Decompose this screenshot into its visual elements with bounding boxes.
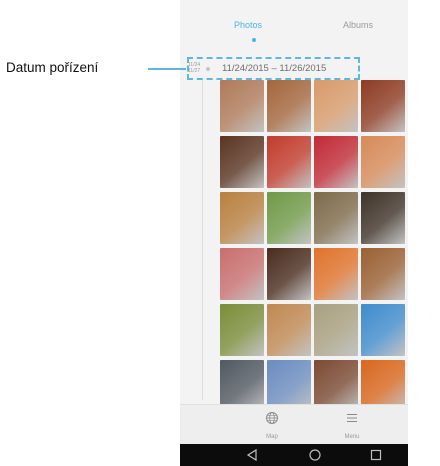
timeline-line <box>202 80 203 400</box>
callout-leader-line <box>148 68 186 70</box>
photo-thumbnail[interactable] <box>220 136 264 188</box>
photo-thumbnail[interactable] <box>220 80 264 132</box>
navigation-bar <box>180 444 408 466</box>
photo-thumbnail[interactable] <box>361 304 405 356</box>
photo-thumbnail[interactable] <box>314 136 358 188</box>
photo-thumbnail[interactable] <box>267 192 311 244</box>
callout-label: Datum pořízení <box>6 60 99 75</box>
photo-thumbnail[interactable] <box>220 304 264 356</box>
map-button[interactable]: Map <box>252 411 292 443</box>
home-circle-icon <box>309 449 321 461</box>
back-triangle-icon <box>246 448 257 462</box>
photo-thumbnail[interactable] <box>314 192 358 244</box>
photo-thumbnail[interactable] <box>267 80 311 132</box>
photo-thumbnail[interactable] <box>361 192 405 244</box>
recent-apps-button[interactable] <box>366 447 386 463</box>
active-tab-indicator <box>252 38 256 42</box>
photo-thumbnail[interactable] <box>361 80 405 132</box>
tab-photos[interactable]: Photos <box>234 20 262 30</box>
recent-square-icon <box>370 449 382 461</box>
photo-thumbnail[interactable] <box>267 304 311 356</box>
menu-icon <box>347 414 357 422</box>
photo-thumbnail[interactable] <box>267 136 311 188</box>
photo-thumbnail[interactable] <box>314 248 358 300</box>
tab-albums[interactable]: Albums <box>343 20 373 30</box>
photo-thumbnail[interactable] <box>361 136 405 188</box>
tab-bar: Photos Albums <box>180 0 408 44</box>
globe-icon <box>266 412 278 424</box>
map-label: Map <box>266 434 278 440</box>
photo-thumbnail[interactable] <box>267 248 311 300</box>
menu-button[interactable]: Menu <box>332 411 372 443</box>
menu-label: Menu <box>344 434 360 440</box>
photo-thumbnail[interactable] <box>314 80 358 132</box>
photo-thumbnail[interactable] <box>220 248 264 300</box>
photo-thumbnail[interactable] <box>361 248 405 300</box>
photo-thumbnail[interactable] <box>220 192 264 244</box>
back-button[interactable] <box>242 447 262 463</box>
home-button[interactable] <box>305 447 325 463</box>
callout-highlight-box <box>187 57 360 80</box>
bottom-toolbar: Map Menu <box>180 404 408 445</box>
photo-thumbnail[interactable] <box>314 304 358 356</box>
